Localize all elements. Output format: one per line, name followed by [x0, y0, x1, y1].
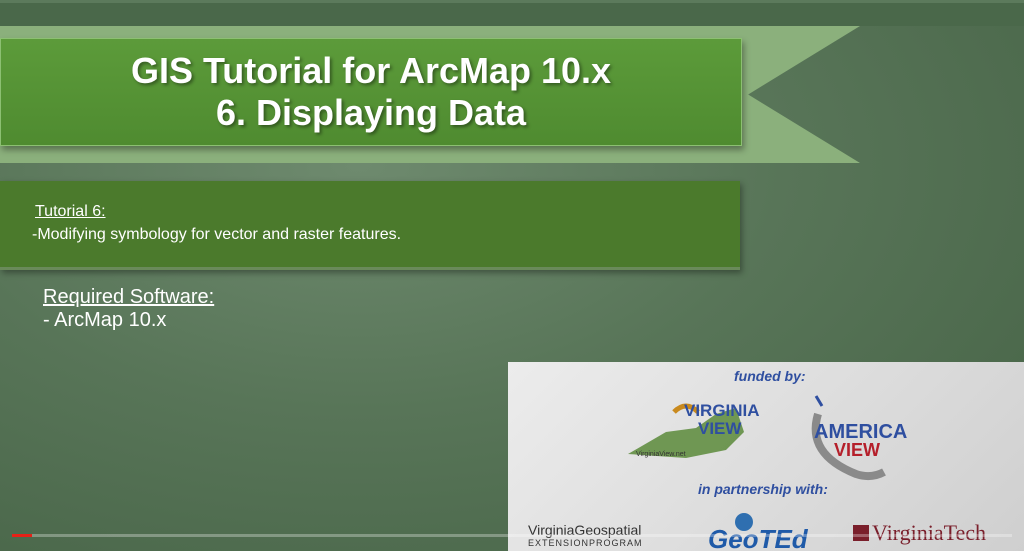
- vt-mark-icon: [853, 525, 869, 541]
- title-ribbon: GIS Tutorial for ArcMap 10.x 6. Displayi…: [0, 38, 742, 146]
- vge-sub: EXTENSIONPROGRAM: [528, 538, 643, 548]
- partnership-label: in partnership with:: [698, 481, 828, 497]
- tutorial-heading: Tutorial 6:: [35, 203, 106, 220]
- vt-text: VirginiaTech: [872, 520, 987, 545]
- virginia-view-url: VirginiaView.net: [636, 451, 686, 458]
- virginia-view-line1: VIRGINIA: [684, 401, 760, 420]
- america-view-line2: VIEW: [834, 440, 880, 460]
- funded-by-label: funded by:: [734, 368, 806, 384]
- title-line-1: GIS Tutorial for ArcMap 10.x: [130, 50, 612, 91]
- video-progress-fill: [12, 534, 32, 537]
- sponsor-panel: funded by: VIRGINIA VIEW VirginiaView.ne…: [508, 362, 1024, 551]
- tutorial-description-box: Tutorial 6: -Modifying symbology for vec…: [0, 181, 740, 270]
- america-view-logo: AMERICA VIEW: [811, 395, 907, 481]
- top-band: [0, 0, 1024, 26]
- tutorial-text: -Modifying symbology for vector and rast…: [32, 226, 402, 243]
- virginia-view-logo: VIRGINIA VIEW VirginiaView.net: [628, 401, 760, 458]
- required-software-heading: Required Software:: [43, 286, 215, 308]
- video-progress-bar[interactable]: [12, 534, 1012, 537]
- geoted-logo: GeoTEd: [708, 513, 809, 551]
- title-line-2: 6. Displaying Data: [215, 92, 527, 133]
- required-software-item: - ArcMap 10.x: [43, 309, 167, 331]
- required-software: Required Software: - ArcMap 10.x: [43, 286, 214, 332]
- virginia-tech-logo: VirginiaTech: [853, 520, 986, 546]
- geoted-text: GeoTEd: [708, 524, 809, 551]
- virginia-view-line2: VIEW: [698, 419, 742, 438]
